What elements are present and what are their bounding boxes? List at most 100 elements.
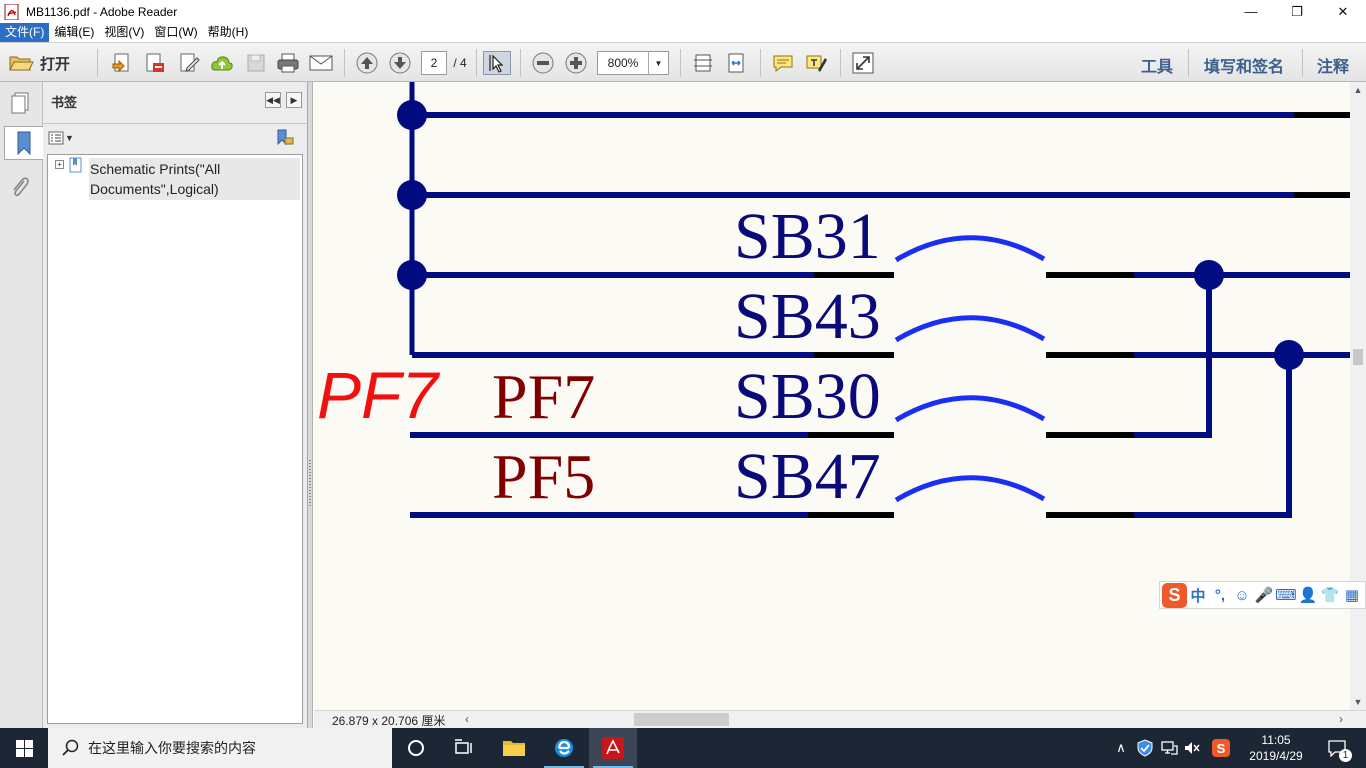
- minimize-button[interactable]: —: [1228, 0, 1274, 23]
- upload-button[interactable]: [208, 51, 236, 75]
- open-button[interactable]: 打开: [8, 51, 70, 75]
- cortana-button[interactable]: [392, 728, 440, 768]
- edit-pdf-button[interactable]: [175, 51, 203, 75]
- attachments-button[interactable]: [5, 170, 35, 204]
- clock-time: 11:05: [1261, 733, 1291, 747]
- keyboard-icon[interactable]: ⌨: [1275, 583, 1297, 607]
- scroll-right-icon[interactable]: ›: [1334, 711, 1348, 728]
- scroll-left-icon[interactable]: ‹: [460, 711, 474, 728]
- bookmarks-tree: + Schematic Prints("All Documents",Logic…: [47, 154, 303, 724]
- start-button[interactable]: [0, 728, 48, 768]
- chevron-down-icon: ▼: [65, 133, 74, 143]
- microphone-icon[interactable]: 🎤: [1253, 583, 1275, 607]
- switch-arc: [894, 315, 1046, 343]
- convert-pdf-button[interactable]: [141, 51, 169, 75]
- previous-page-button[interactable]: [354, 51, 380, 75]
- user-icon[interactable]: 👤: [1297, 583, 1319, 607]
- scroll-up-icon[interactable]: ▲: [1350, 82, 1366, 98]
- notification-count-badge: 1: [1339, 749, 1352, 762]
- taskbar-search-box[interactable]: 在这里输入你要搜索的内容: [48, 728, 392, 768]
- show-hidden-icons-button[interactable]: ∧: [1110, 728, 1132, 768]
- tools-pane-link[interactable]: 工具: [1141, 53, 1173, 77]
- toolbar-separator: [760, 49, 761, 77]
- bookmarks-tab-button[interactable]: [4, 126, 43, 160]
- emoji-icon[interactable]: ☺: [1231, 583, 1253, 607]
- security-shield-icon[interactable]: [1134, 728, 1156, 768]
- junction-dot: [397, 260, 427, 290]
- sticky-note-button[interactable]: [770, 51, 796, 75]
- vertical-scrollbar[interactable]: ▲ ▼: [1350, 82, 1366, 710]
- fit-width-icon: [728, 53, 744, 73]
- taskbar-clock[interactable]: 11:05 2019/4/29: [1240, 732, 1312, 764]
- pdf-convert-icon: [146, 53, 164, 72]
- sogou-logo-icon[interactable]: S: [1162, 582, 1187, 608]
- network-icon[interactable]: [1158, 728, 1180, 768]
- menu-file[interactable]: 文件(F): [0, 23, 50, 42]
- highlight-text-button[interactable]: [803, 51, 829, 75]
- junction-dot: [1274, 340, 1304, 370]
- volume-muted-icon[interactable]: [1181, 728, 1203, 768]
- panel-splitter[interactable]: [308, 82, 313, 728]
- toolbar-separator: [1302, 49, 1303, 77]
- switch-label-sb43: SB43: [734, 280, 881, 353]
- page-thumbnails-button[interactable]: [5, 86, 35, 120]
- fit-width-button[interactable]: [722, 51, 750, 75]
- switch-label-sb47: SB47: [734, 440, 881, 513]
- tree-expand-button[interactable]: +: [55, 160, 64, 169]
- panel-divider: [43, 123, 308, 124]
- menu-bar: 文件(F) 编辑(E) 视图(V) 窗口(W) 帮助(H): [0, 23, 1366, 42]
- email-button[interactable]: [307, 51, 335, 75]
- switch-arc: [894, 235, 1046, 263]
- menu-view[interactable]: 视图(V): [99, 23, 149, 42]
- toolbox-grid-icon[interactable]: ▦: [1341, 583, 1363, 607]
- restore-button[interactable]: ❐: [1274, 0, 1320, 23]
- zoom-out-button[interactable]: [530, 51, 556, 75]
- skin-shirt-icon[interactable]: 👕: [1319, 583, 1341, 607]
- print-button[interactable]: [274, 51, 302, 75]
- action-center-button[interactable]: 1: [1320, 728, 1354, 768]
- status-bar: 26.879 x 20.706 厘米 ‹ ›: [314, 710, 1366, 728]
- expand-panel-button[interactable]: ▶: [286, 92, 302, 108]
- menu-help[interactable]: 帮助(H): [203, 23, 254, 42]
- close-button[interactable]: ✕: [1320, 0, 1366, 23]
- fit-page-icon: [694, 54, 712, 72]
- bookmark-ribbon-icon: [17, 131, 31, 156]
- net-label-pf5: PF5: [492, 441, 595, 512]
- switch-label-sb30: SB30: [734, 360, 881, 433]
- vertical-scroll-thumb[interactable]: [1353, 349, 1363, 365]
- chevron-down-icon[interactable]: ▼: [648, 52, 668, 74]
- scroll-down-icon[interactable]: ▼: [1350, 694, 1366, 710]
- fit-page-button[interactable]: [689, 51, 717, 75]
- bookmarks-panel-title: 书签: [51, 95, 78, 110]
- menu-edit[interactable]: 编辑(E): [49, 23, 99, 42]
- collapse-panel-button[interactable]: ◀◀: [265, 92, 281, 108]
- ime-punctuation-toggle[interactable]: °,: [1209, 583, 1231, 607]
- document-view[interactable]: PF7 PF7 PF5 SB31 SB43 SB30 SB47: [314, 82, 1350, 710]
- arrow-down-circle-icon: [389, 52, 411, 74]
- bookmarks-panel: 书签 ◀◀ ▶ ▼ + Schematic Prints("All Docume…: [43, 82, 308, 728]
- horizontal-scroll-thumb[interactable]: [634, 713, 729, 726]
- ime-language-toggle[interactable]: 中: [1187, 583, 1209, 607]
- zoom-in-button[interactable]: [563, 51, 589, 75]
- find-bookmark-button[interactable]: [275, 128, 295, 148]
- adobe-reader-taskbar-button[interactable]: [589, 728, 637, 768]
- full-screen-button[interactable]: [849, 51, 877, 75]
- fill-and-sign-link[interactable]: 填写和签名: [1204, 53, 1284, 77]
- menu-window[interactable]: 窗口(W): [149, 23, 202, 42]
- task-view-button[interactable]: [440, 728, 488, 768]
- save-button[interactable]: [242, 51, 270, 75]
- ie-browser-button[interactable]: [540, 728, 588, 768]
- page-number-input[interactable]: 2: [421, 51, 447, 75]
- toolbar-separator: [344, 49, 345, 77]
- select-tool-button[interactable]: [483, 51, 511, 75]
- bookmark-item[interactable]: Schematic Prints("All Documents",Logical…: [89, 158, 300, 200]
- create-pdf-button[interactable]: [108, 51, 136, 75]
- sogou-tray-icon[interactable]: S: [1210, 728, 1232, 768]
- next-page-button[interactable]: [387, 51, 413, 75]
- comment-pane-link[interactable]: 注释: [1317, 53, 1349, 77]
- file-explorer-button[interactable]: [490, 728, 538, 768]
- zoom-select[interactable]: 800% ▼: [597, 51, 669, 75]
- bookmark-options-button[interactable]: ▼: [48, 129, 74, 147]
- highlighted-net-label: PF7: [317, 358, 440, 432]
- internet-explorer-icon: [555, 739, 573, 757]
